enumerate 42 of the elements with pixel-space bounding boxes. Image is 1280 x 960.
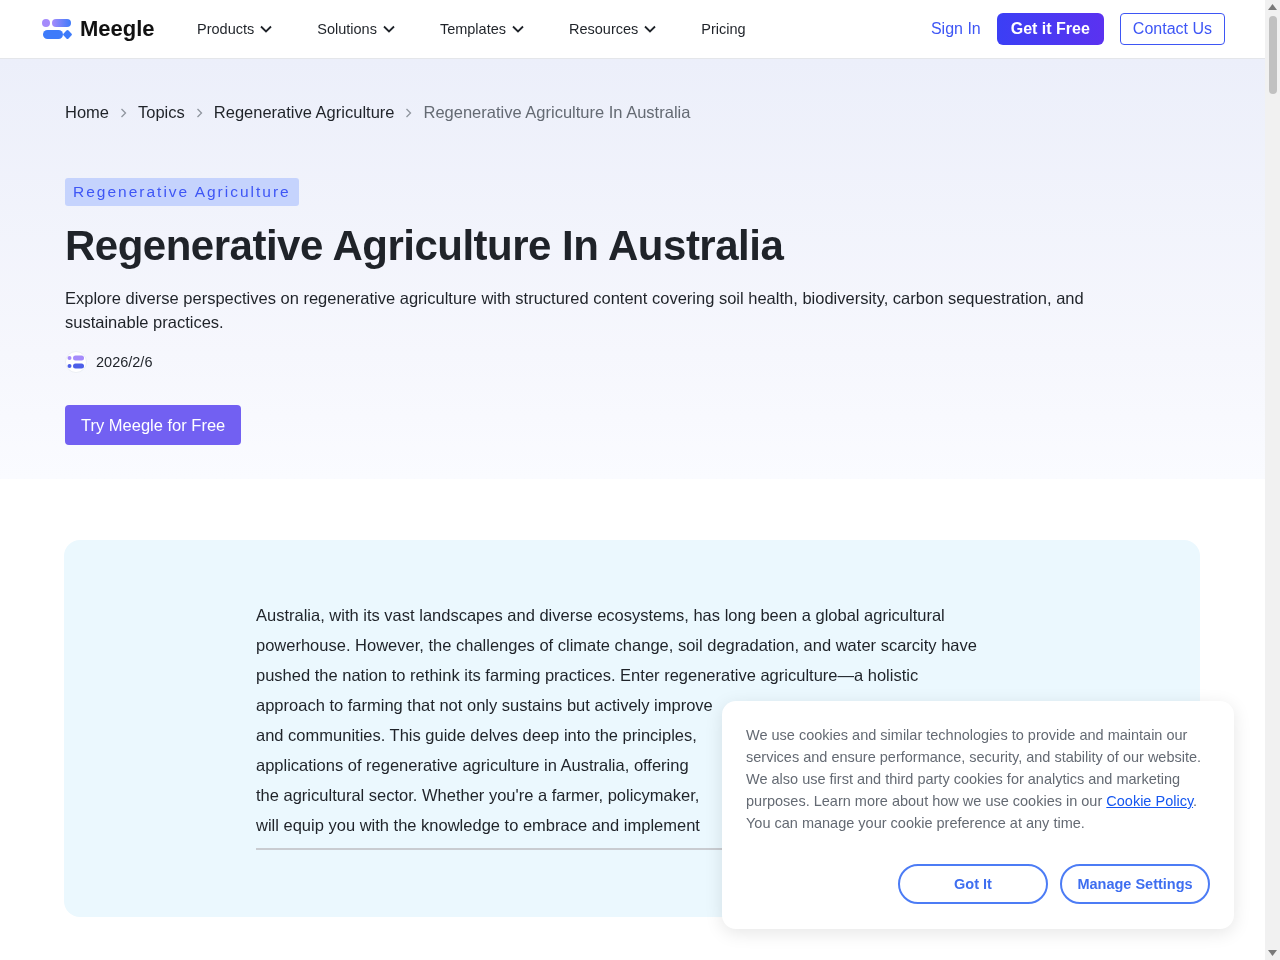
intro-text-line: and communities. This guide delves deep into the principles, <box>256 725 697 746</box>
breadcrumb-link[interactable]: Topics <box>138 103 185 122</box>
contact-us-button[interactable]: Contact Us <box>1119 13 1225 45</box>
scroll-up-icon[interactable] <box>1268 4 1277 10</box>
cookie-button[interactable]: Manage Settings <box>1060 864 1210 904</box>
chevron-right-icon <box>405 107 413 118</box>
category-tag[interactable]: Regenerative Agriculture <box>65 178 299 206</box>
try-free-button[interactable]: Try Meegle for Free <box>65 405 242 445</box>
scroll-down-icon[interactable] <box>1268 950 1277 956</box>
logo-icon <box>42 18 72 40</box>
cookie-button[interactable]: Got It <box>898 864 1048 904</box>
page-title: Regenerative Agriculture In Australia <box>65 222 785 270</box>
nav-menu-item[interactable]: Solutions <box>317 21 395 37</box>
scrollbar[interactable] <box>1265 0 1280 960</box>
nav-menu-item[interactable]: Pricing <box>701 21 746 37</box>
intro-text-line: approach to farming that not only sustains but actively improve <box>256 695 713 716</box>
breadcrumb-link[interactable]: Regenerative Agriculture In Australia <box>423 103 691 122</box>
intro-text-line: Australia, with its vast landscapes and diverse ecosystems, has long been a global agricultural <box>256 605 945 626</box>
chevron-right-icon <box>195 107 203 118</box>
chevron-down-icon <box>260 25 273 33</box>
cookie-notice-text: We use cookies and similar technologies to provide and maintain our services and ensure performance, security, and stability of our website. We also use first and third party cookies for analytics and marketing purposes. Learn more about how we use cookies in our Cookie Policy. You can manage your cookie preference at any time. <box>746 726 1203 833</box>
breadcrumb-link[interactable]: Home <box>65 103 109 122</box>
nav-menu-item[interactable]: Resources <box>569 21 657 37</box>
chevron-right-icon <box>120 107 127 118</box>
nav-menu-item[interactable]: Templates <box>439 21 524 37</box>
intro-text-line: the agricultural sector. Whether you're a farmer, policymaker, <box>256 785 700 806</box>
chevron-down-icon <box>382 25 395 33</box>
publish-date: 2026/2/6 <box>96 354 153 370</box>
sign-in-link[interactable]: Sign In <box>930 20 981 38</box>
breadcrumb-link[interactable]: Regenerative Agriculture <box>213 103 395 122</box>
intro-text-line: will equip you with the knowledge to embrace and implement <box>256 815 700 836</box>
intro-text-line: pushed the nation to rethink its farming practices. Enter regenerative agriculture—a holistic <box>256 665 919 686</box>
author-logo-icon <box>65 351 87 373</box>
scrollbar-thumb[interactable] <box>1268 16 1277 94</box>
intro-text-line: applications of regenerative agriculture in Australia, offering <box>256 755 689 776</box>
chevron-down-icon <box>512 25 524 33</box>
page-description: Explore diverse perspectives on regenerative agriculture with structured content covering soil health, biodiversity, carbon sequestration, and sustainable practices. <box>65 288 1085 333</box>
nav-menu-item[interactable]: Products <box>197 21 273 37</box>
get-it-free-button[interactable]: Get it Free <box>996 13 1104 45</box>
intro-text-line: powerhouse. However, the challenges of climate change, soil degradation, and water scarcity have <box>256 635 977 656</box>
brand-name[interactable]: Meegle <box>80 16 155 42</box>
chevron-down-icon <box>644 25 657 33</box>
